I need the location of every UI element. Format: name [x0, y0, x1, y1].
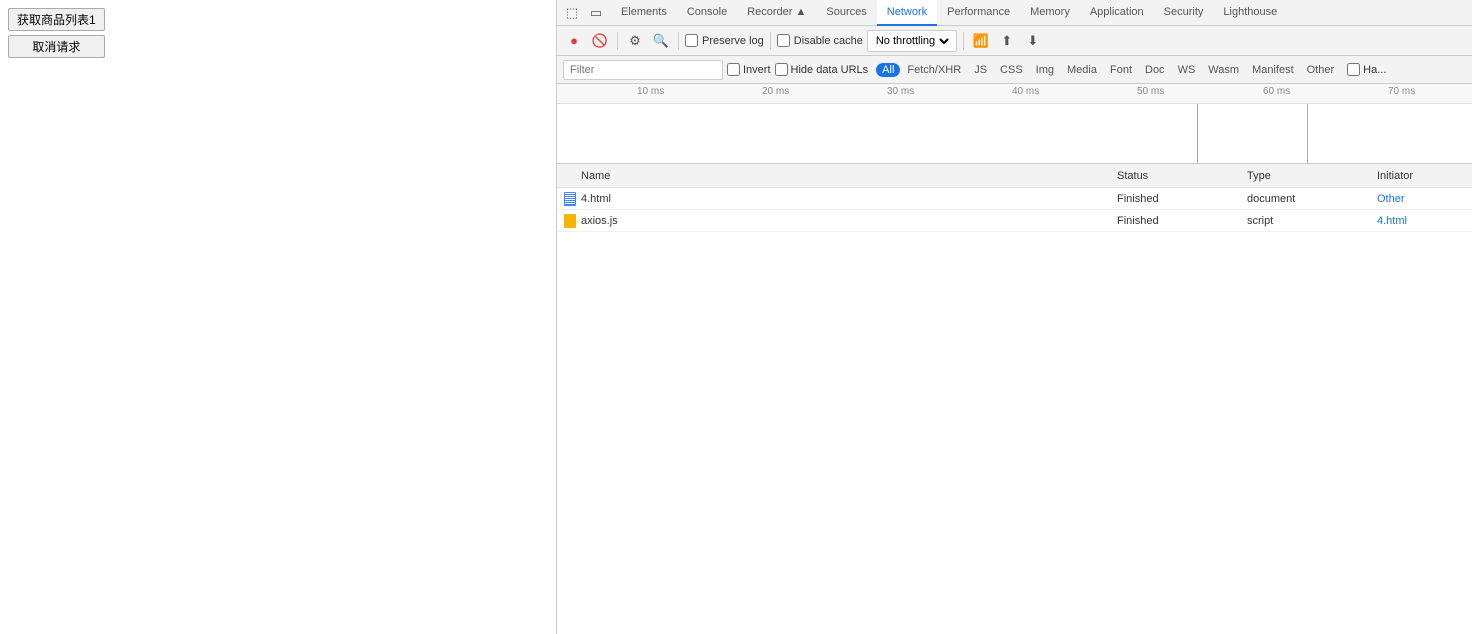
tab-lighthouse[interactable]: Lighthouse — [1213, 0, 1287, 26]
col-header-name[interactable]: Name — [557, 170, 1117, 182]
filter-wasm-button[interactable]: Wasm — [1202, 63, 1245, 77]
toolbar-separator-2 — [678, 32, 679, 50]
clear-button[interactable]: 🚫 — [589, 30, 611, 52]
filter-manifest-button[interactable]: Manifest — [1246, 63, 1300, 77]
tab-bar-icons: ⬚ ▭ — [561, 2, 607, 24]
ruler-mark-20ms: 20 ms — [762, 86, 789, 97]
devtools-panel: ⬚ ▭ Elements Console Recorder ▲ Sources … — [556, 0, 1472, 634]
row-type-axiosjs: script — [1247, 215, 1377, 227]
row-initiator-axiosjs[interactable]: 4.html — [1377, 215, 1472, 227]
disable-cache-checkbox[interactable] — [777, 34, 790, 47]
table-header: Name Status Type Initiator — [557, 164, 1472, 188]
filter-other-button[interactable]: Other — [1301, 63, 1341, 77]
doc-icon — [563, 192, 577, 206]
tab-memory[interactable]: Memory — [1020, 0, 1080, 26]
preserve-log-checkbox[interactable] — [685, 34, 698, 47]
tab-network[interactable]: Network — [877, 0, 937, 26]
filter-media-button[interactable]: Media — [1061, 63, 1103, 77]
cancel-request-button[interactable]: 取消请求 — [8, 35, 105, 58]
toolbar-separator-4 — [963, 32, 964, 50]
throttle-select[interactable]: No throttling Fast 3G Slow 3G Offline — [872, 34, 952, 48]
col-header-status[interactable]: Status — [1117, 170, 1247, 182]
js-icon — [563, 214, 577, 228]
filter-type-buttons: All Fetch/XHR JS CSS Img Media Font Doc … — [876, 63, 1386, 77]
row-name-4html: 4.html — [557, 192, 1117, 206]
document-file-icon — [564, 192, 576, 206]
filter-icon-button[interactable]: ⚙ — [624, 30, 646, 52]
row-filename-axiosjs: axios.js — [581, 215, 618, 227]
table-row[interactable]: 4.html Finished document Other — [557, 188, 1472, 210]
ruler-mark-60ms: 60 ms — [1263, 86, 1290, 97]
ruler-mark-70ms: 70 ms — [1388, 86, 1415, 97]
toolbar-separator-1 — [617, 32, 618, 50]
tab-security[interactable]: Security — [1154, 0, 1214, 26]
row-name-axiosjs: axios.js — [557, 214, 1117, 228]
tab-application[interactable]: Application — [1080, 0, 1154, 26]
row-status-4html: Finished — [1117, 193, 1247, 205]
initiator-link-4html[interactable]: 4.html — [1377, 215, 1407, 227]
row-type-4html: document — [1247, 193, 1377, 205]
tab-elements[interactable]: Elements — [611, 0, 677, 26]
disable-cache-label: Disable cache — [794, 35, 863, 47]
ruler-mark-30ms: 30 ms — [887, 86, 914, 97]
page-buttons: 获取商品列表1 取消请求 — [8, 8, 105, 58]
timeline-line-2 — [1307, 104, 1308, 164]
ha-checkbox-label[interactable]: Ha... — [1347, 63, 1386, 76]
javascript-file-icon — [564, 214, 576, 228]
timeline-area: 10 ms 20 ms 30 ms 40 ms 50 ms 60 ms 70 m… — [557, 84, 1472, 164]
timeline-ruler: 10 ms 20 ms 30 ms 40 ms 50 ms 60 ms 70 m… — [557, 84, 1472, 104]
preserve-log-label: Preserve log — [702, 35, 764, 47]
network-toolbar: ● 🚫 ⚙ 🔍 Preserve log Disable cache No th… — [557, 26, 1472, 56]
col-header-initiator[interactable]: Initiator — [1377, 170, 1472, 182]
preserve-log-checkbox-label[interactable]: Preserve log — [685, 34, 764, 47]
filter-ws-button[interactable]: WS — [1172, 63, 1202, 77]
timeline-line-1 — [1197, 104, 1198, 164]
export-button[interactable]: ⬇ — [1022, 30, 1044, 52]
device-icon[interactable]: ▭ — [585, 2, 607, 24]
network-table: Name Status Type Initiator 4.html Finish… — [557, 164, 1472, 634]
toolbar-separator-3 — [770, 32, 771, 50]
filter-js-button[interactable]: JS — [968, 63, 993, 77]
tab-performance[interactable]: Performance — [937, 0, 1020, 26]
filter-all-button[interactable]: All — [876, 63, 900, 77]
record-button[interactable]: ● — [563, 30, 585, 52]
hide-data-urls-checkbox[interactable] — [775, 63, 788, 76]
filter-input[interactable] — [563, 60, 723, 80]
row-status-axiosjs: Finished — [1117, 215, 1247, 227]
ha-label: Ha... — [1363, 64, 1386, 76]
filter-css-button[interactable]: CSS — [994, 63, 1029, 77]
filter-doc-button[interactable]: Doc — [1139, 63, 1171, 77]
fetch-products-button[interactable]: 获取商品列表1 — [8, 8, 105, 31]
ruler-mark-40ms: 40 ms — [1012, 86, 1039, 97]
disable-cache-checkbox-label[interactable]: Disable cache — [777, 34, 863, 47]
table-row[interactable]: axios.js Finished script 4.html — [557, 210, 1472, 232]
invert-checkbox[interactable] — [727, 63, 740, 76]
ruler-mark-10ms: 10 ms — [637, 86, 664, 97]
row-initiator-4html: Other — [1377, 193, 1472, 205]
filter-img-button[interactable]: Img — [1030, 63, 1060, 77]
timeline-chart — [557, 104, 1472, 164]
hide-data-urls-label: Hide data URLs — [791, 64, 869, 76]
wifi-icon-button[interactable]: 📶 — [970, 30, 992, 52]
filter-font-button[interactable]: Font — [1104, 63, 1138, 77]
tab-recorder[interactable]: Recorder ▲ — [737, 0, 816, 26]
import-button[interactable]: ⬆ — [996, 30, 1018, 52]
filter-bar: Invert Hide data URLs All Fetch/XHR JS C… — [557, 56, 1472, 84]
tab-sources[interactable]: Sources — [816, 0, 876, 26]
tab-bar: ⬚ ▭ Elements Console Recorder ▲ Sources … — [557, 0, 1472, 26]
hide-data-urls-checkbox-label[interactable]: Hide data URLs — [775, 63, 869, 76]
ruler-mark-50ms: 50 ms — [1137, 86, 1164, 97]
throttle-select-container[interactable]: No throttling Fast 3G Slow 3G Offline — [867, 30, 957, 52]
filter-fetch-xhr-button[interactable]: Fetch/XHR — [901, 63, 967, 77]
col-header-type[interactable]: Type — [1247, 170, 1377, 182]
row-filename-4html: 4.html — [581, 193, 611, 205]
ha-checkbox[interactable] — [1347, 63, 1360, 76]
invert-checkbox-label[interactable]: Invert — [727, 63, 771, 76]
search-button[interactable]: 🔍 — [650, 30, 672, 52]
inspect-icon[interactable]: ⬚ — [561, 2, 583, 24]
tab-console[interactable]: Console — [677, 0, 737, 26]
invert-label: Invert — [743, 64, 771, 76]
